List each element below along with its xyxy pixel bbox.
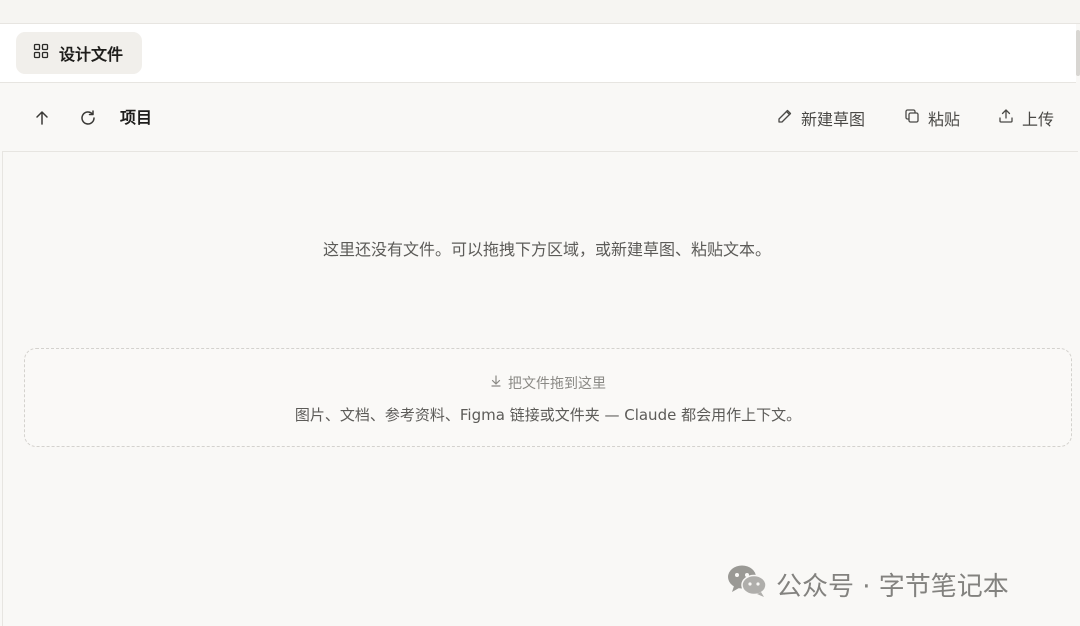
watermark: 公众号 · 字节笔记本 bbox=[726, 564, 1009, 604]
scrollbar-edge bbox=[1076, 30, 1080, 76]
breadcrumb[interactable]: 项目 bbox=[120, 107, 152, 129]
upload-button[interactable]: 上传 bbox=[998, 106, 1054, 130]
empty-state-message: 这里还没有文件。可以拖拽下方区域，或新建草图、粘贴文本。 bbox=[322, 240, 771, 259]
watermark-text: 公众号 · 字节笔记本 bbox=[776, 571, 1009, 602]
toolbar: 项目 新建草图 粘贴 上传 bbox=[2, 84, 1078, 152]
dropzone-subtitle: 图片、文档、参考资料、Figma 链接或文件夹 — Claude 都会用作上下文… bbox=[294, 406, 802, 424]
new-sketch-label: 新建草图 bbox=[801, 110, 866, 129]
arrow-down-icon bbox=[490, 375, 502, 391]
wechat-icon bbox=[726, 563, 768, 606]
paste-label: 粘贴 bbox=[928, 110, 961, 129]
upload-label: 上传 bbox=[1022, 110, 1055, 129]
grid-icon bbox=[33, 43, 49, 63]
dropzone-title-row: 把文件拖到这里 bbox=[25, 373, 1071, 393]
new-sketch-button[interactable]: 新建草图 bbox=[777, 106, 865, 130]
copy-icon bbox=[904, 108, 920, 128]
arrow-up-icon[interactable] bbox=[31, 107, 53, 129]
tab-bar: 设计文件 bbox=[0, 24, 1076, 83]
upload-icon bbox=[998, 108, 1014, 128]
tab-design-files[interactable]: 设计文件 bbox=[16, 32, 142, 74]
tab-label: 设计文件 bbox=[59, 45, 124, 64]
refresh-icon[interactable] bbox=[77, 107, 99, 129]
paste-button[interactable]: 粘贴 bbox=[904, 106, 960, 130]
file-dropzone[interactable]: 把文件拖到这里 图片、文档、参考资料、Figma 链接或文件夹 — Claude… bbox=[24, 348, 1072, 447]
dropzone-title: 把文件拖到这里 bbox=[508, 376, 606, 392]
left-divider bbox=[2, 84, 3, 626]
window-top-strip bbox=[0, 0, 1080, 24]
pencil-icon bbox=[777, 108, 793, 128]
